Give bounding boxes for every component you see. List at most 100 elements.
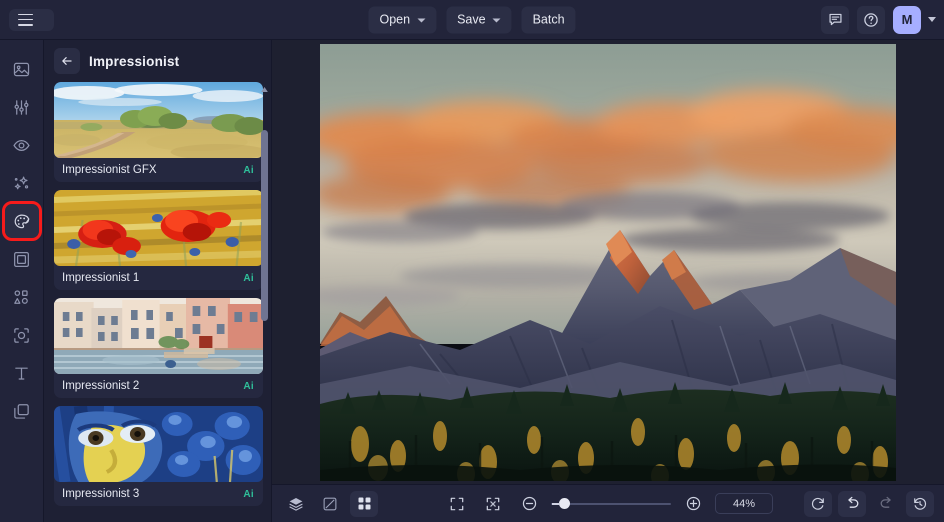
sidebar-item-image[interactable] — [5, 52, 39, 86]
preset-label: Impressionist GFX — [62, 164, 157, 176]
panel-scrollbar[interactable] — [261, 86, 268, 518]
eye-icon — [13, 139, 30, 151]
preset-thumbnail — [54, 298, 263, 374]
canvas-column: 44% — [272, 40, 944, 522]
batch-label: Batch — [532, 12, 565, 27]
avatar[interactable]: M — [893, 5, 921, 34]
venice-canal-houses — [54, 298, 263, 374]
sidebar-item-effects[interactable] — [5, 166, 39, 200]
field-road-landscape — [54, 82, 263, 158]
shrink-icon — [486, 497, 500, 510]
zoom-out-button[interactable] — [515, 491, 543, 517]
undo-icon — [847, 496, 858, 508]
panel-header: Impressionist — [44, 40, 271, 82]
chevron-down-icon — [417, 18, 426, 22]
preset-footer: Impressionist 3 Ai — [54, 482, 263, 506]
sidebar-item-retouch[interactable] — [5, 128, 39, 162]
zoom-controls: 44% — [443, 491, 773, 517]
chat-bubble-icon — [828, 13, 842, 26]
cutout-icon — [14, 327, 29, 343]
sidebar-item-adjust[interactable] — [5, 90, 39, 124]
compare-button[interactable] — [316, 491, 344, 517]
reset-icon — [811, 497, 824, 510]
layers-stack-icon — [14, 403, 29, 419]
history-tools — [804, 490, 934, 517]
grid-icon — [358, 497, 370, 510]
scrollbar-thumb[interactable] — [261, 130, 268, 321]
preset-thumbnail — [54, 82, 263, 158]
back-button[interactable] — [54, 48, 80, 74]
save-label: Save — [457, 12, 486, 27]
canvas-photo[interactable] — [320, 43, 896, 481]
zoom-in-button[interactable] — [679, 491, 707, 517]
preset-panel: Impressionist Impressionist GFX Ai Impre… — [44, 40, 272, 522]
redo-button[interactable] — [872, 491, 900, 517]
preset-label: Impressionist 3 — [62, 488, 140, 500]
fullscreen-icon — [450, 497, 464, 510]
photo-editor-window: Open Save Batch M Impressionist Impressi… — [0, 0, 944, 522]
text-icon — [15, 367, 28, 380]
view-tools — [282, 490, 378, 517]
batch-button[interactable]: Batch — [521, 6, 576, 33]
preset-list[interactable]: Impressionist GFX Ai Impressionist 1 Ai … — [44, 82, 271, 522]
page-title: Impressionist — [89, 53, 180, 69]
ai-badge: Ai — [243, 380, 254, 392]
sidebar-item-elements[interactable] — [5, 280, 39, 314]
scroll-up-arrow-icon[interactable] — [261, 86, 268, 93]
canvas-area[interactable] — [272, 40, 944, 484]
fit-screen-button[interactable] — [443, 491, 471, 517]
blue-yellow-portrait — [54, 406, 263, 482]
image-icon — [13, 62, 30, 76]
list-item[interactable]: Impressionist 2 Ai — [54, 298, 263, 398]
arrow-left-icon — [62, 57, 72, 65]
list-item[interactable]: Impressionist GFX Ai — [54, 82, 263, 182]
zoom-out-icon — [522, 496, 536, 511]
layers-button[interactable] — [282, 491, 310, 517]
layers-icon — [289, 497, 303, 511]
history-button[interactable] — [906, 490, 934, 517]
file-actions: Open Save Batch — [368, 6, 576, 33]
zoom-level-value[interactable]: 44% — [715, 493, 773, 514]
zoom-slider-handle[interactable] — [552, 498, 570, 509]
ai-badge: Ai — [243, 488, 254, 500]
shapes-icon — [14, 289, 28, 304]
sidebar-item-cutout[interactable] — [5, 318, 39, 352]
history-icon — [914, 497, 927, 510]
open-label: Open — [379, 12, 411, 27]
bottom-toolbar: 44% — [272, 484, 944, 522]
sparkle-icon — [14, 175, 29, 189]
help-button[interactable] — [857, 5, 885, 34]
redo-icon — [880, 496, 891, 508]
sunset-mountain-landscape — [320, 43, 896, 481]
ai-badge: Ai — [243, 272, 254, 284]
sidebar-item-frames[interactable] — [5, 242, 39, 276]
sidebar-item-text[interactable] — [5, 356, 39, 390]
account-actions: M — [821, 5, 936, 34]
compare-icon — [323, 497, 337, 510]
list-item[interactable]: Impressionist 3 Ai — [54, 406, 263, 506]
open-button[interactable]: Open — [368, 6, 437, 33]
zoom-slider[interactable] — [551, 497, 671, 511]
preset-label: Impressionist 2 — [62, 380, 140, 392]
account-chevron-down-icon[interactable] — [928, 17, 936, 22]
preset-footer: Impressionist GFX Ai — [54, 158, 263, 182]
zoom-in-icon — [686, 496, 700, 511]
sidebar-item-artistic[interactable] — [1, 201, 42, 241]
question-circle-icon — [864, 12, 878, 27]
feedback-button[interactable] — [821, 5, 849, 34]
app-menu-button[interactable] — [9, 8, 54, 31]
top-toolbar: Open Save Batch M — [0, 0, 944, 40]
chevron-down-icon — [492, 18, 501, 22]
preset-footer: Impressionist 1 Ai — [54, 266, 263, 290]
sliders-icon — [14, 99, 29, 115]
ai-badge: Ai — [243, 164, 254, 176]
save-button[interactable]: Save — [446, 6, 512, 33]
undo-button[interactable] — [838, 490, 866, 517]
preset-thumbnail — [54, 406, 263, 482]
actual-size-button[interactable] — [479, 491, 507, 517]
list-item[interactable]: Impressionist 1 Ai — [54, 190, 263, 290]
sidebar-item-layers[interactable] — [5, 394, 39, 428]
hamburger-icon — [18, 13, 33, 26]
reset-button[interactable] — [804, 490, 832, 517]
grid-view-button[interactable] — [350, 490, 378, 517]
